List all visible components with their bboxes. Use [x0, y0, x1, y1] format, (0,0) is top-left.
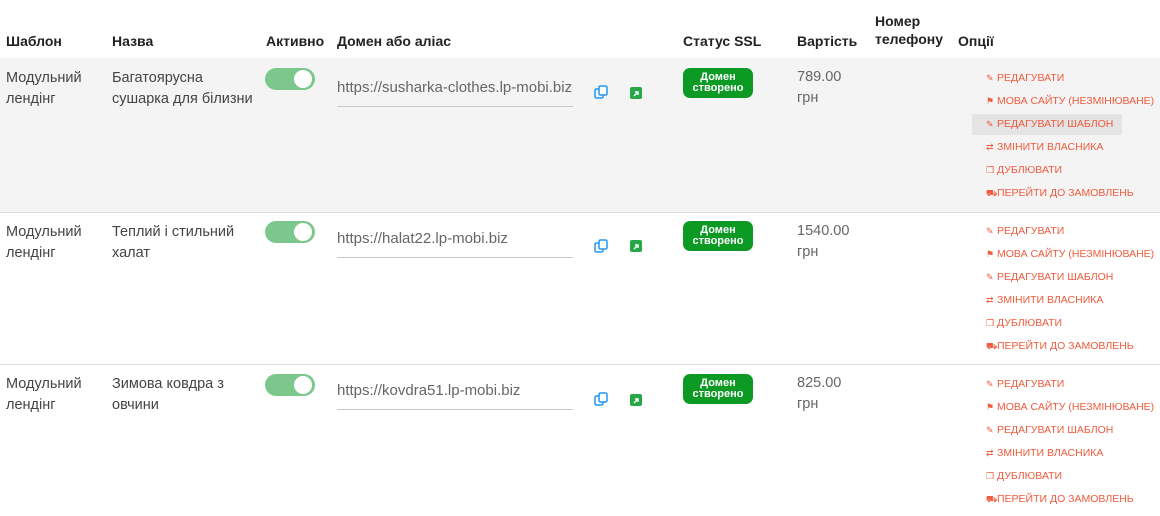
- table-row: Модульний лендінг Теплий і стильний хала…: [0, 213, 1160, 364]
- toggle-knob: [294, 223, 312, 241]
- row-price: 789.00 грн: [797, 69, 842, 106]
- edit-option[interactable]: ✎ РЕДАГУВАТИ: [972, 68, 1122, 89]
- go-to-orders-option[interactable]: ⛟ ПЕРЕЙТИ ДО ЗАМОВЛЕНЬ: [972, 336, 1134, 357]
- edit-template-option[interactable]: ✎ РЕДАГУВАТИ ШАБЛОН: [972, 420, 1122, 441]
- header-active: Активно: [266, 33, 325, 49]
- edit-icon: ✎: [986, 379, 994, 389]
- language-icon: ⚑: [986, 96, 995, 106]
- copy-icon[interactable]: [594, 85, 608, 99]
- swap-icon: ⇄: [986, 295, 994, 305]
- site-language-option[interactable]: ⚑ МОВА САЙТУ (НЕЗМІНЮВАНЕ): [972, 91, 1154, 112]
- edit-option[interactable]: ✎ РЕДАГУВАТИ: [972, 374, 1122, 395]
- active-toggle[interactable]: [265, 221, 315, 243]
- row-template: Модульний лендінг: [6, 376, 82, 413]
- swap-icon: ⇄: [986, 448, 994, 458]
- table-row: Модульний лендінг Багатоярусна сушарка д…: [0, 58, 1160, 212]
- row-price: 825.00 грн: [797, 375, 842, 412]
- open-link-icon[interactable]: [630, 394, 642, 406]
- row-name: Зимова ковдра з овчини: [112, 376, 224, 413]
- cart-icon: ⛟: [986, 341, 998, 351]
- language-icon: ⚑: [986, 402, 995, 412]
- go-to-orders-option[interactable]: ⛟ ПЕРЕЙТИ ДО ЗАМОВЛЕНЬ: [972, 183, 1134, 204]
- row-template: Модульний лендінг: [6, 70, 82, 107]
- row-name: Багатоярусна сушарка для білизни: [112, 70, 253, 107]
- open-link-icon[interactable]: [630, 87, 642, 99]
- change-owner-option[interactable]: ⇄ ЗМІНИТИ ВЛАСНИКА: [972, 290, 1122, 311]
- ssl-status-badge: Домен створено: [683, 374, 753, 404]
- edit-icon: ✎: [986, 119, 994, 129]
- duplicate-icon: ❐: [986, 318, 995, 328]
- cart-icon: ⛟: [986, 494, 998, 504]
- copy-icon[interactable]: [594, 239, 608, 253]
- table-row: Модульний лендінг Зимова ковдра з овчини…: [0, 365, 1160, 516]
- edit-icon: ✎: [986, 272, 994, 282]
- language-icon: ⚑: [986, 249, 995, 259]
- landings-table: Шаблон Назва Активно Домен або аліас Ста…: [0, 0, 1160, 516]
- site-language-option[interactable]: ⚑ МОВА САЙТУ (НЕЗМІНЮВАНЕ): [972, 244, 1154, 265]
- header-options: Опції: [958, 33, 994, 49]
- edit-template-option[interactable]: ✎ РЕДАГУВАТИ ШАБЛОН: [972, 114, 1122, 135]
- change-owner-option[interactable]: ⇄ ЗМІНИТИ ВЛАСНИКА: [972, 443, 1122, 464]
- duplicate-icon: ❐: [986, 165, 995, 175]
- duplicate-option[interactable]: ❐ ДУБЛЮВАТИ: [972, 160, 1122, 181]
- header-phone: Номер телефону: [875, 13, 943, 47]
- ssl-status-badge: Домен створено: [683, 68, 753, 98]
- ssl-status-badge: Домен створено: [683, 221, 753, 251]
- toggle-knob: [294, 376, 312, 394]
- domain-field[interactable]: https://susharka-clothes.lp-mobi.biz: [337, 71, 573, 107]
- copy-icon[interactable]: [594, 392, 608, 406]
- edit-icon: ✎: [986, 226, 994, 236]
- swap-icon: ⇄: [986, 142, 994, 152]
- row-template: Модульний лендінг: [6, 224, 82, 261]
- edit-template-option[interactable]: ✎ РЕДАГУВАТИ ШАБЛОН: [972, 267, 1122, 288]
- open-link-icon[interactable]: [630, 240, 642, 252]
- header-price: Вартість: [797, 33, 858, 49]
- row-price: 1540.00 грн: [797, 223, 850, 260]
- edit-option[interactable]: ✎ РЕДАГУВАТИ: [972, 221, 1122, 242]
- duplicate-icon: ❐: [986, 471, 995, 481]
- duplicate-option[interactable]: ❐ ДУБЛЮВАТИ: [972, 313, 1122, 334]
- go-to-orders-option[interactable]: ⛟ ПЕРЕЙТИ ДО ЗАМОВЛЕНЬ: [972, 489, 1134, 510]
- change-owner-option[interactable]: ⇄ ЗМІНИТИ ВЛАСНИКА: [972, 137, 1122, 158]
- domain-field[interactable]: https://halat22.lp-mobi.biz: [337, 222, 573, 258]
- header-template: Шаблон: [6, 33, 62, 49]
- duplicate-option[interactable]: ❐ ДУБЛЮВАТИ: [972, 466, 1122, 487]
- cart-icon: ⛟: [986, 188, 998, 198]
- active-toggle[interactable]: [265, 374, 315, 396]
- edit-icon: ✎: [986, 425, 994, 435]
- active-toggle[interactable]: [265, 68, 315, 90]
- domain-field[interactable]: https://kovdra51.lp-mobi.biz: [337, 374, 573, 410]
- table-header: Шаблон Назва Активно Домен або аліас Ста…: [0, 0, 1160, 58]
- header-ssl: Статус SSL: [683, 33, 762, 49]
- header-name: Назва: [112, 33, 154, 49]
- site-language-option[interactable]: ⚑ МОВА САЙТУ (НЕЗМІНЮВАНЕ): [972, 397, 1154, 418]
- header-domain: Домен або аліас: [337, 33, 452, 49]
- toggle-knob: [294, 70, 312, 88]
- row-name: Теплий і стильний халат: [112, 224, 235, 261]
- edit-icon: ✎: [986, 73, 994, 83]
